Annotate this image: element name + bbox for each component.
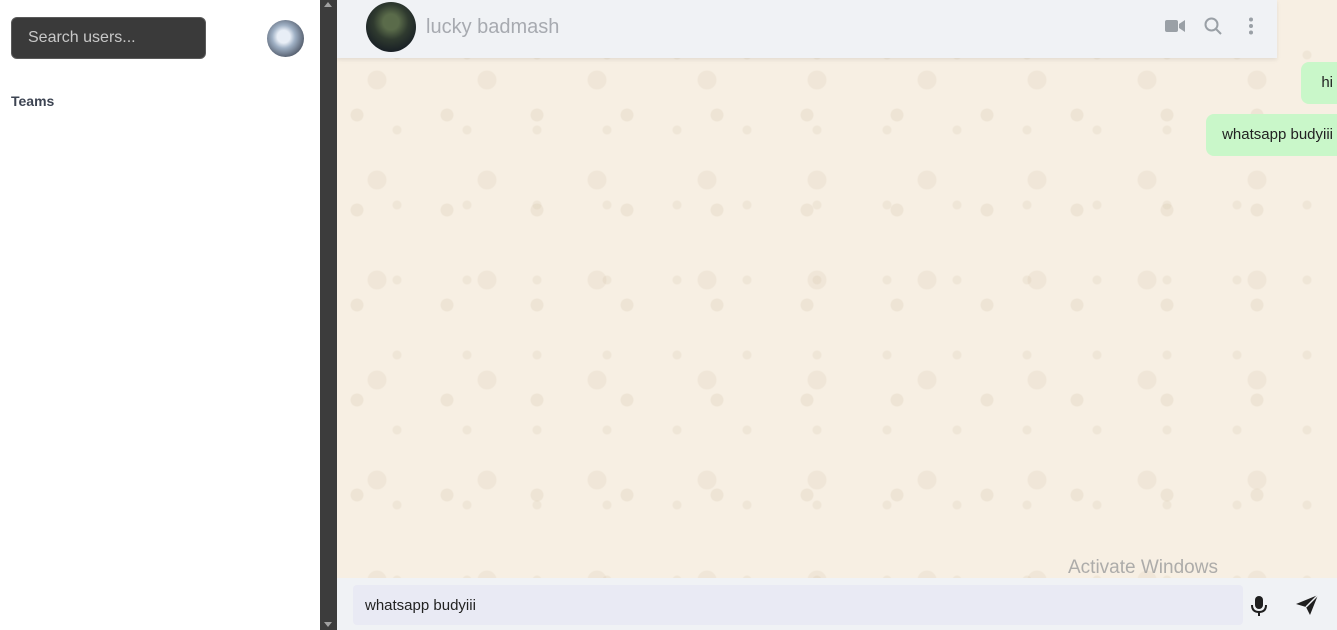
send-icon[interactable] [1295,594,1321,618]
search-icon[interactable] [1203,16,1223,36]
message-bubble-outgoing: whatsapp budyiii [1206,114,1337,156]
video-icon[interactable] [1165,16,1185,36]
chat-header: lucky badmash [337,0,1277,58]
app: Teams lucky badmash [0,0,1337,630]
chat-panel: lucky badmash hi whatsapp budyiii Activa… [337,0,1337,630]
contact-name[interactable]: lucky badmash [426,16,559,39]
section-title-teams: Teams [11,93,55,109]
scrollbar[interactable] [320,0,337,630]
message-bubble-outgoing: hi [1301,62,1337,104]
sidebar: Teams [0,0,320,630]
header-actions [1165,16,1261,36]
search-input[interactable] [11,17,206,59]
more-vertical-icon[interactable] [1241,16,1261,36]
watermark-title: Activate Windows [1068,557,1218,578]
scroll-up-arrow-icon[interactable] [324,2,332,7]
avatar[interactable] [267,20,304,57]
contact-avatar[interactable] [366,2,416,52]
scroll-down-arrow-icon[interactable] [324,622,332,627]
mic-icon[interactable] [1249,595,1269,617]
message-input[interactable] [353,585,1243,625]
message-composer [337,578,1337,630]
